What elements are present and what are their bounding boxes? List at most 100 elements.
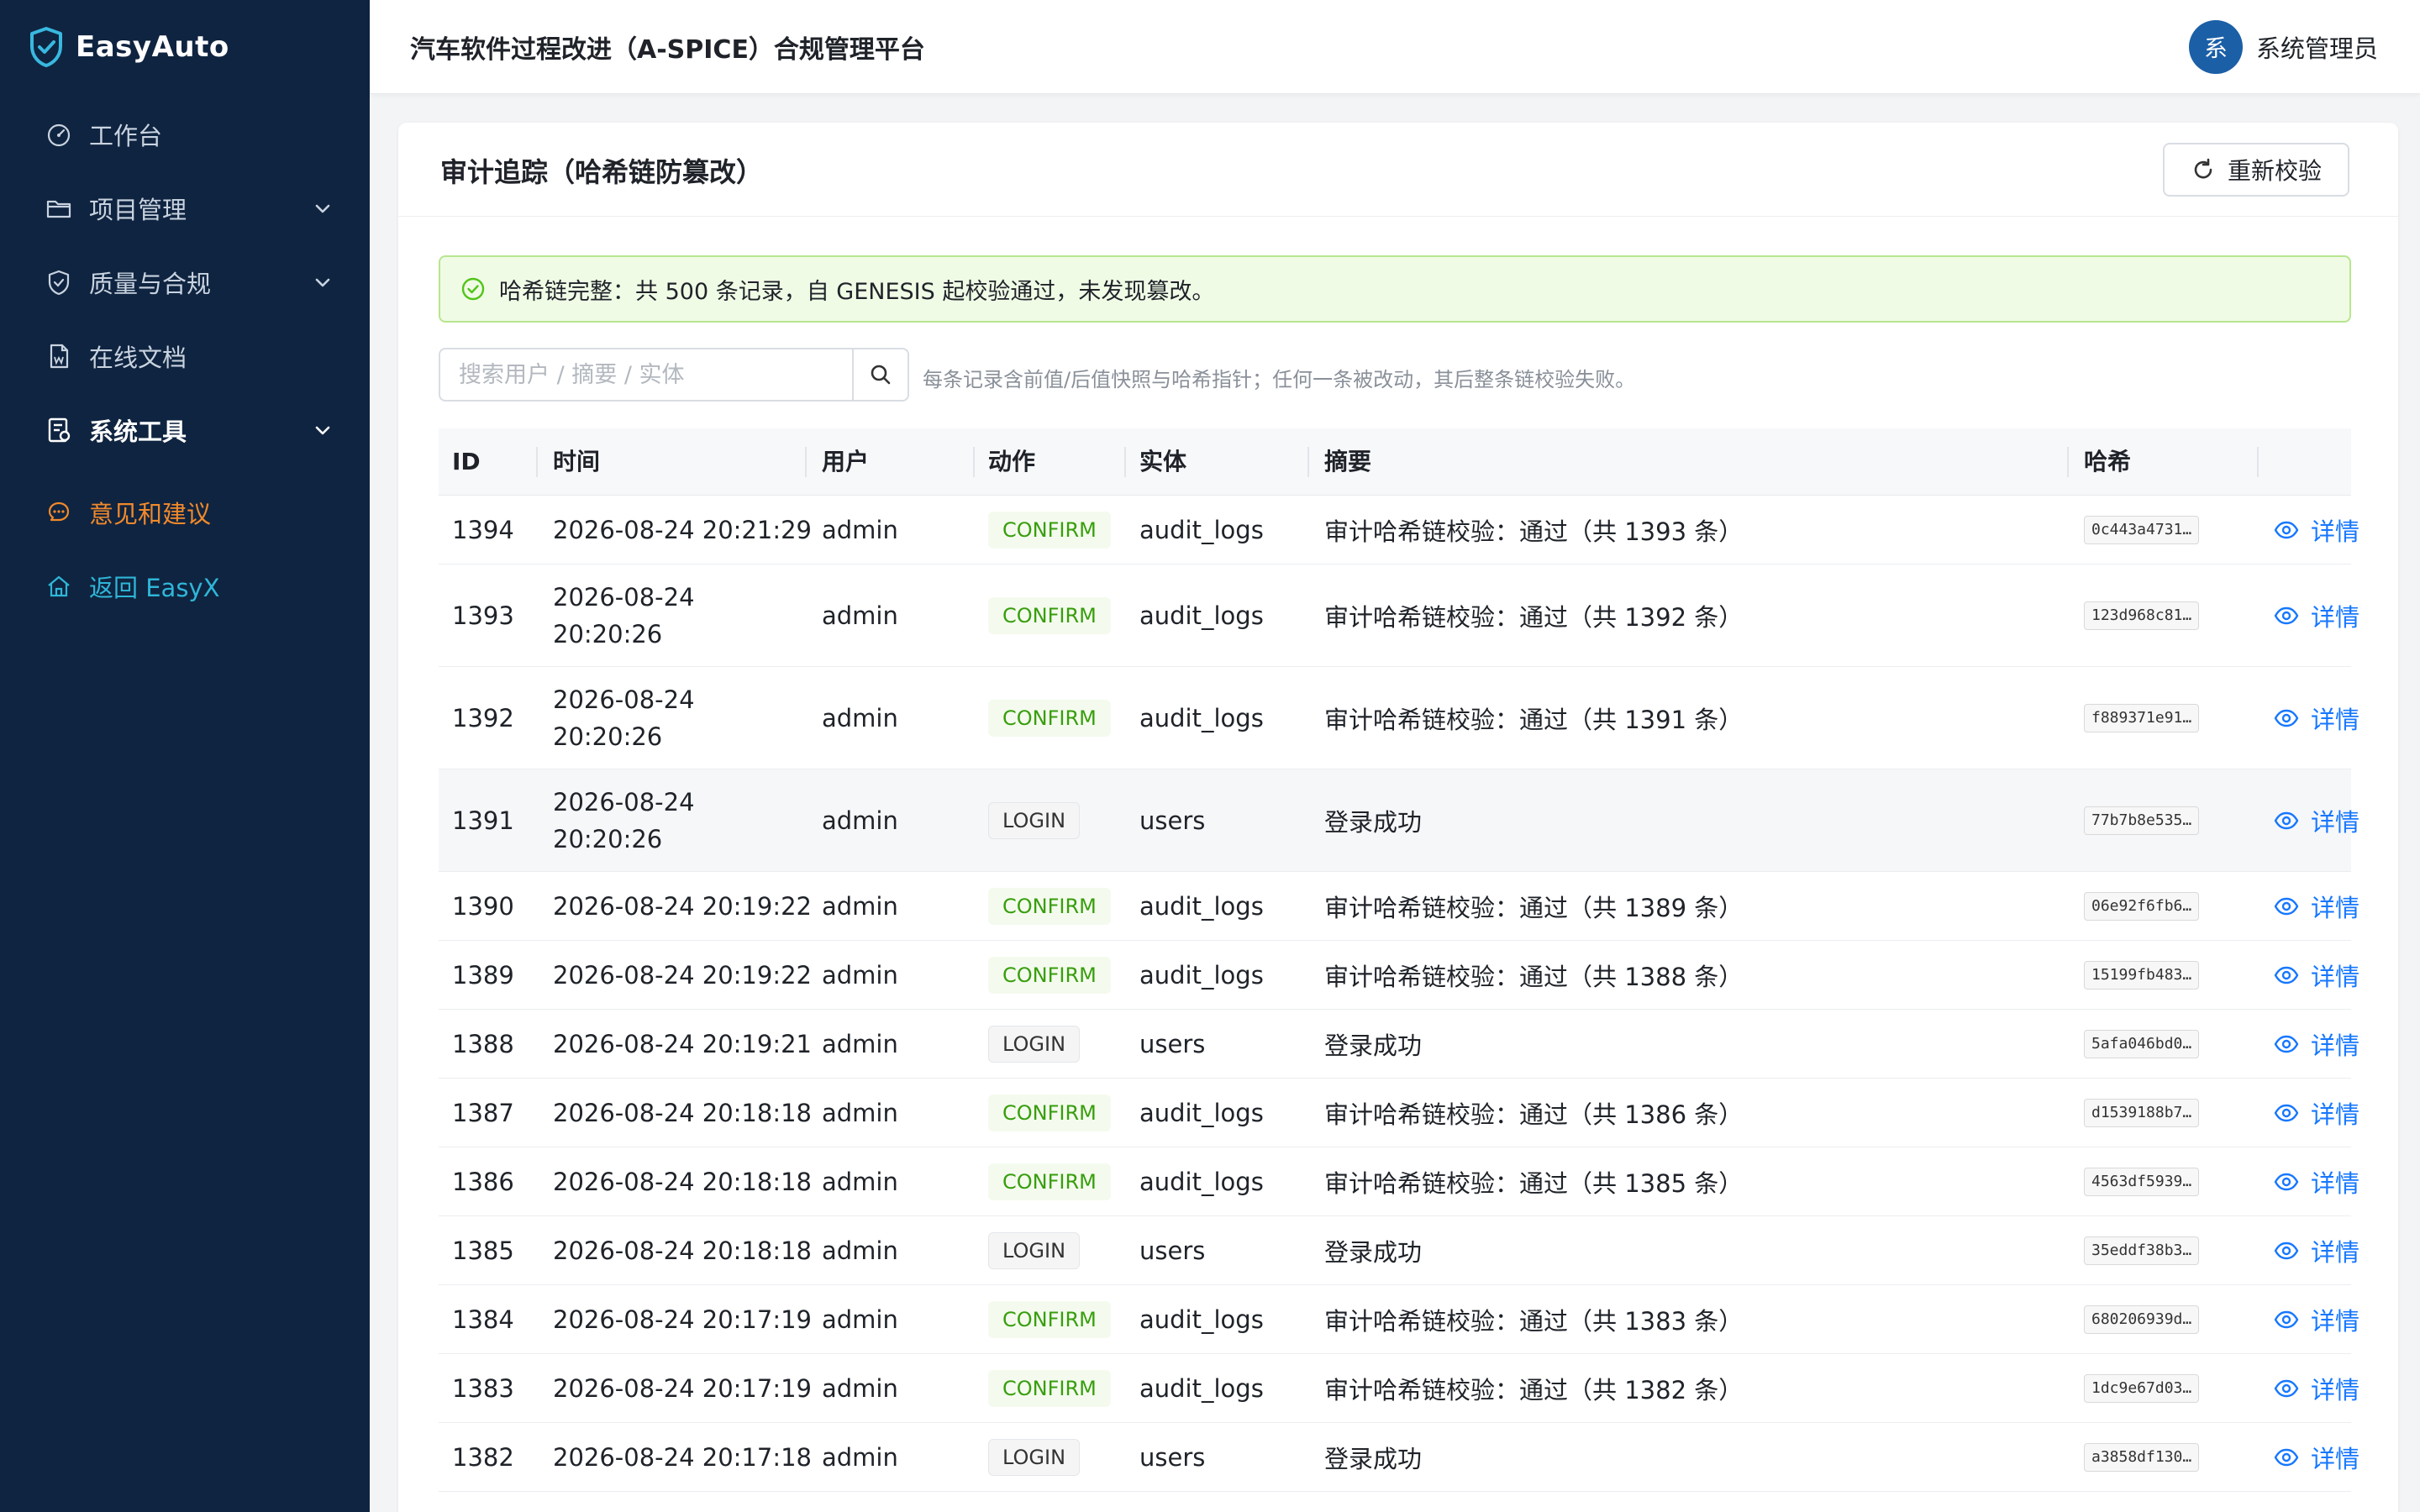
cell-id: 1388 xyxy=(452,1029,514,1058)
table-row[interactable]: 1386 2026-08-24 20:18:18 admin CONFIRM audit… xyxy=(439,1147,2360,1216)
detail-link[interactable]: 详情 xyxy=(2274,889,2360,924)
cell-time: 2026-08-24 20:19:22 xyxy=(553,872,812,940)
table-row[interactable]: 1384 2026-08-24 20:17:19 admin CONFIRM audit… xyxy=(439,1285,2360,1354)
sidebar-item-feedback[interactable]: 意见和建议 xyxy=(0,482,370,543)
detail-link[interactable]: 详情 xyxy=(2274,1095,2360,1131)
hash-code[interactable]: d1539188b7… xyxy=(2084,1098,2200,1127)
cell-time: 2026-08-24 20:19:22 xyxy=(553,941,812,1009)
sidebar-item-docs[interactable]: 在线文档 xyxy=(0,326,370,386)
column-header-entity[interactable]: 实体 xyxy=(1139,428,1186,496)
cell-summary: 审计哈希链校验：通过（共 1385 条） xyxy=(1324,1168,1744,1198)
detail-link[interactable]: 详情 xyxy=(2274,701,2360,736)
platform-title: 汽车软件过程改进（A-SPICE）合规管理平台 xyxy=(410,35,925,65)
sidebar-item-back-easyx[interactable]: 返回 EasyX xyxy=(0,556,370,617)
eye-icon xyxy=(2274,811,2299,829)
hash-code[interactable]: f889371e91… xyxy=(2084,703,2200,732)
eye-icon xyxy=(2274,966,2299,984)
eye-icon xyxy=(2274,1104,2299,1121)
cell-entity: audit_logs xyxy=(1139,515,1264,544)
column-header-user[interactable]: 用户 xyxy=(822,428,869,496)
recheck-button[interactable]: 重新校验 xyxy=(2163,143,2349,197)
time-text: 2026-08-24 20:18:18 xyxy=(553,1167,812,1196)
eye-icon xyxy=(2274,1448,2299,1466)
search-input[interactable] xyxy=(440,349,852,400)
column-header-id[interactable]: ID xyxy=(452,428,481,496)
hash-code[interactable]: 77b7b8e535… xyxy=(2084,806,2200,835)
detail-label: 详情 xyxy=(2311,1100,2360,1129)
detail-link[interactable]: 详情 xyxy=(2274,1371,2360,1406)
cell-user: admin xyxy=(822,806,898,835)
table-row[interactable]: 1388 2026-08-24 20:19:21 admin LOGIN users 登录… xyxy=(439,1010,2360,1079)
chevron-down-icon xyxy=(315,426,330,435)
hash-code[interactable]: 1dc9e67d03… xyxy=(2084,1373,2200,1403)
table-row[interactable]: 1389 2026-08-24 20:19:22 admin CONFIRM audit… xyxy=(439,941,2360,1010)
eye-icon xyxy=(2274,606,2299,624)
detail-link[interactable]: 详情 xyxy=(2274,598,2360,633)
cell-detail: 详情 xyxy=(2274,941,2360,1009)
sidebar-item-dashboard[interactable]: 工作台 xyxy=(0,104,370,165)
cell-id: 1394 xyxy=(452,515,514,544)
sidebar-item-system-tools[interactable]: 系统工具 xyxy=(0,400,370,460)
hash-code[interactable]: 15199fb483… xyxy=(2084,960,2200,990)
column-header-hash[interactable]: 哈希 xyxy=(2084,428,2131,496)
search-button[interactable] xyxy=(852,349,908,400)
cell-detail: 详情 xyxy=(2274,872,2360,940)
cell-entity: audit_logs xyxy=(1139,601,1264,630)
cell-summary: 审计哈希链校验：通过（共 1389 条） xyxy=(1324,893,1744,922)
detail-link[interactable]: 详情 xyxy=(2274,803,2360,838)
column-header-action[interactable]: 动作 xyxy=(988,428,1035,496)
hash-code[interactable]: 06e92f6fb6… xyxy=(2084,891,2200,921)
user-name[interactable]: 系统管理员 xyxy=(2256,29,2378,65)
detail-link[interactable]: 详情 xyxy=(2274,1440,2360,1475)
detail-link[interactable]: 详情 xyxy=(2274,1302,2360,1337)
detail-link[interactable]: 详情 xyxy=(2274,1026,2360,1062)
cell-hash: 4563df5939… xyxy=(2084,1147,2200,1215)
table-row[interactable]: 1394 2026-08-24 20:21:29 admin CONFIRM audit… xyxy=(439,496,2360,564)
hash-code[interactable]: 4563df5939… xyxy=(2084,1167,2200,1196)
cell-action: CONFIRM xyxy=(988,872,1111,940)
cell-summary: 审计哈希链校验：通过（共 1388 条） xyxy=(1324,962,1744,991)
cell-action: CONFIRM xyxy=(988,1285,1111,1353)
sidebar-item-label: 在线文档 xyxy=(89,344,187,372)
hash-code[interactable]: 680206939d… xyxy=(2084,1305,2200,1334)
detail-link[interactable]: 详情 xyxy=(2274,1233,2360,1268)
eye-icon xyxy=(2274,1173,2299,1190)
hash-code[interactable]: 0c443a4731… xyxy=(2084,515,2200,544)
hash-code[interactable]: 35eddf38b3… xyxy=(2084,1236,2200,1265)
column-divider xyxy=(1124,447,1126,477)
cell-summary: 审计哈希链校验：通过（共 1393 条） xyxy=(1324,517,1744,546)
column-header-summary[interactable]: 摘要 xyxy=(1324,428,1371,496)
detail-link[interactable]: 详情 xyxy=(2274,512,2360,548)
folder-icon xyxy=(46,200,71,218)
table-row[interactable]: 1382 2026-08-24 20:17:18 admin LOGIN users 登录… xyxy=(439,1423,2360,1492)
detail-link[interactable]: 详情 xyxy=(2274,958,2360,993)
hash-code[interactable]: a3858df130… xyxy=(2084,1442,2200,1472)
audit-log-table: ID 时间 用户 动作 实体 摘要 哈希 1394 2026-08-24 20:2… xyxy=(439,428,2360,1492)
table-row[interactable]: 1393 2026-08-24 20:20:26 admin CONFIRM audit… xyxy=(439,564,2360,667)
table-row[interactable]: 1391 2026-08-24 20:20:26 admin LOGIN users 登录… xyxy=(439,769,2360,872)
hash-code[interactable]: 5afa046bd0… xyxy=(2084,1029,2200,1058)
sidebar-item-quality[interactable]: 质量与合规 xyxy=(0,252,370,312)
column-divider xyxy=(2067,447,2069,477)
table-row[interactable]: 1383 2026-08-24 20:17:19 admin CONFIRM audit… xyxy=(439,1354,2360,1423)
sidebar-item-projects[interactable]: 项目管理 xyxy=(0,178,370,239)
hash-code[interactable]: 123d968c81… xyxy=(2084,601,2200,630)
table-row[interactable]: 1392 2026-08-24 20:20:26 admin CONFIRM audit… xyxy=(439,667,2360,769)
user-menu[interactable]: 系 系统管理员 xyxy=(2188,20,2378,74)
cell-hash: 5afa046bd0… xyxy=(2084,1010,2200,1078)
cell-entity: audit_logs xyxy=(1139,1167,1264,1196)
brand-logo[interactable]: EasyAuto xyxy=(29,24,229,71)
detail-link[interactable]: 详情 xyxy=(2274,1164,2360,1200)
table-row[interactable]: 1387 2026-08-24 20:18:18 admin CONFIRM audit… xyxy=(439,1079,2360,1147)
time-text: 2026-08-24 20:17:19 xyxy=(553,1373,812,1403)
column-header-time[interactable]: 时间 xyxy=(553,428,600,496)
cell-summary: 登录成功 xyxy=(1324,807,1423,837)
column-divider xyxy=(536,447,538,477)
table-row[interactable]: 1385 2026-08-24 20:18:18 admin LOGIN users 登录… xyxy=(439,1216,2360,1285)
avatar[interactable]: 系 xyxy=(2188,20,2243,74)
cell-user: admin xyxy=(822,1236,898,1265)
table-row[interactable]: 1390 2026-08-24 20:19:22 admin CONFIRM audit… xyxy=(439,872,2360,941)
detail-label: 详情 xyxy=(2311,1237,2360,1267)
cell-user: admin xyxy=(822,1305,898,1334)
cell-time: 2026-08-24 20:20:26 xyxy=(553,667,805,769)
